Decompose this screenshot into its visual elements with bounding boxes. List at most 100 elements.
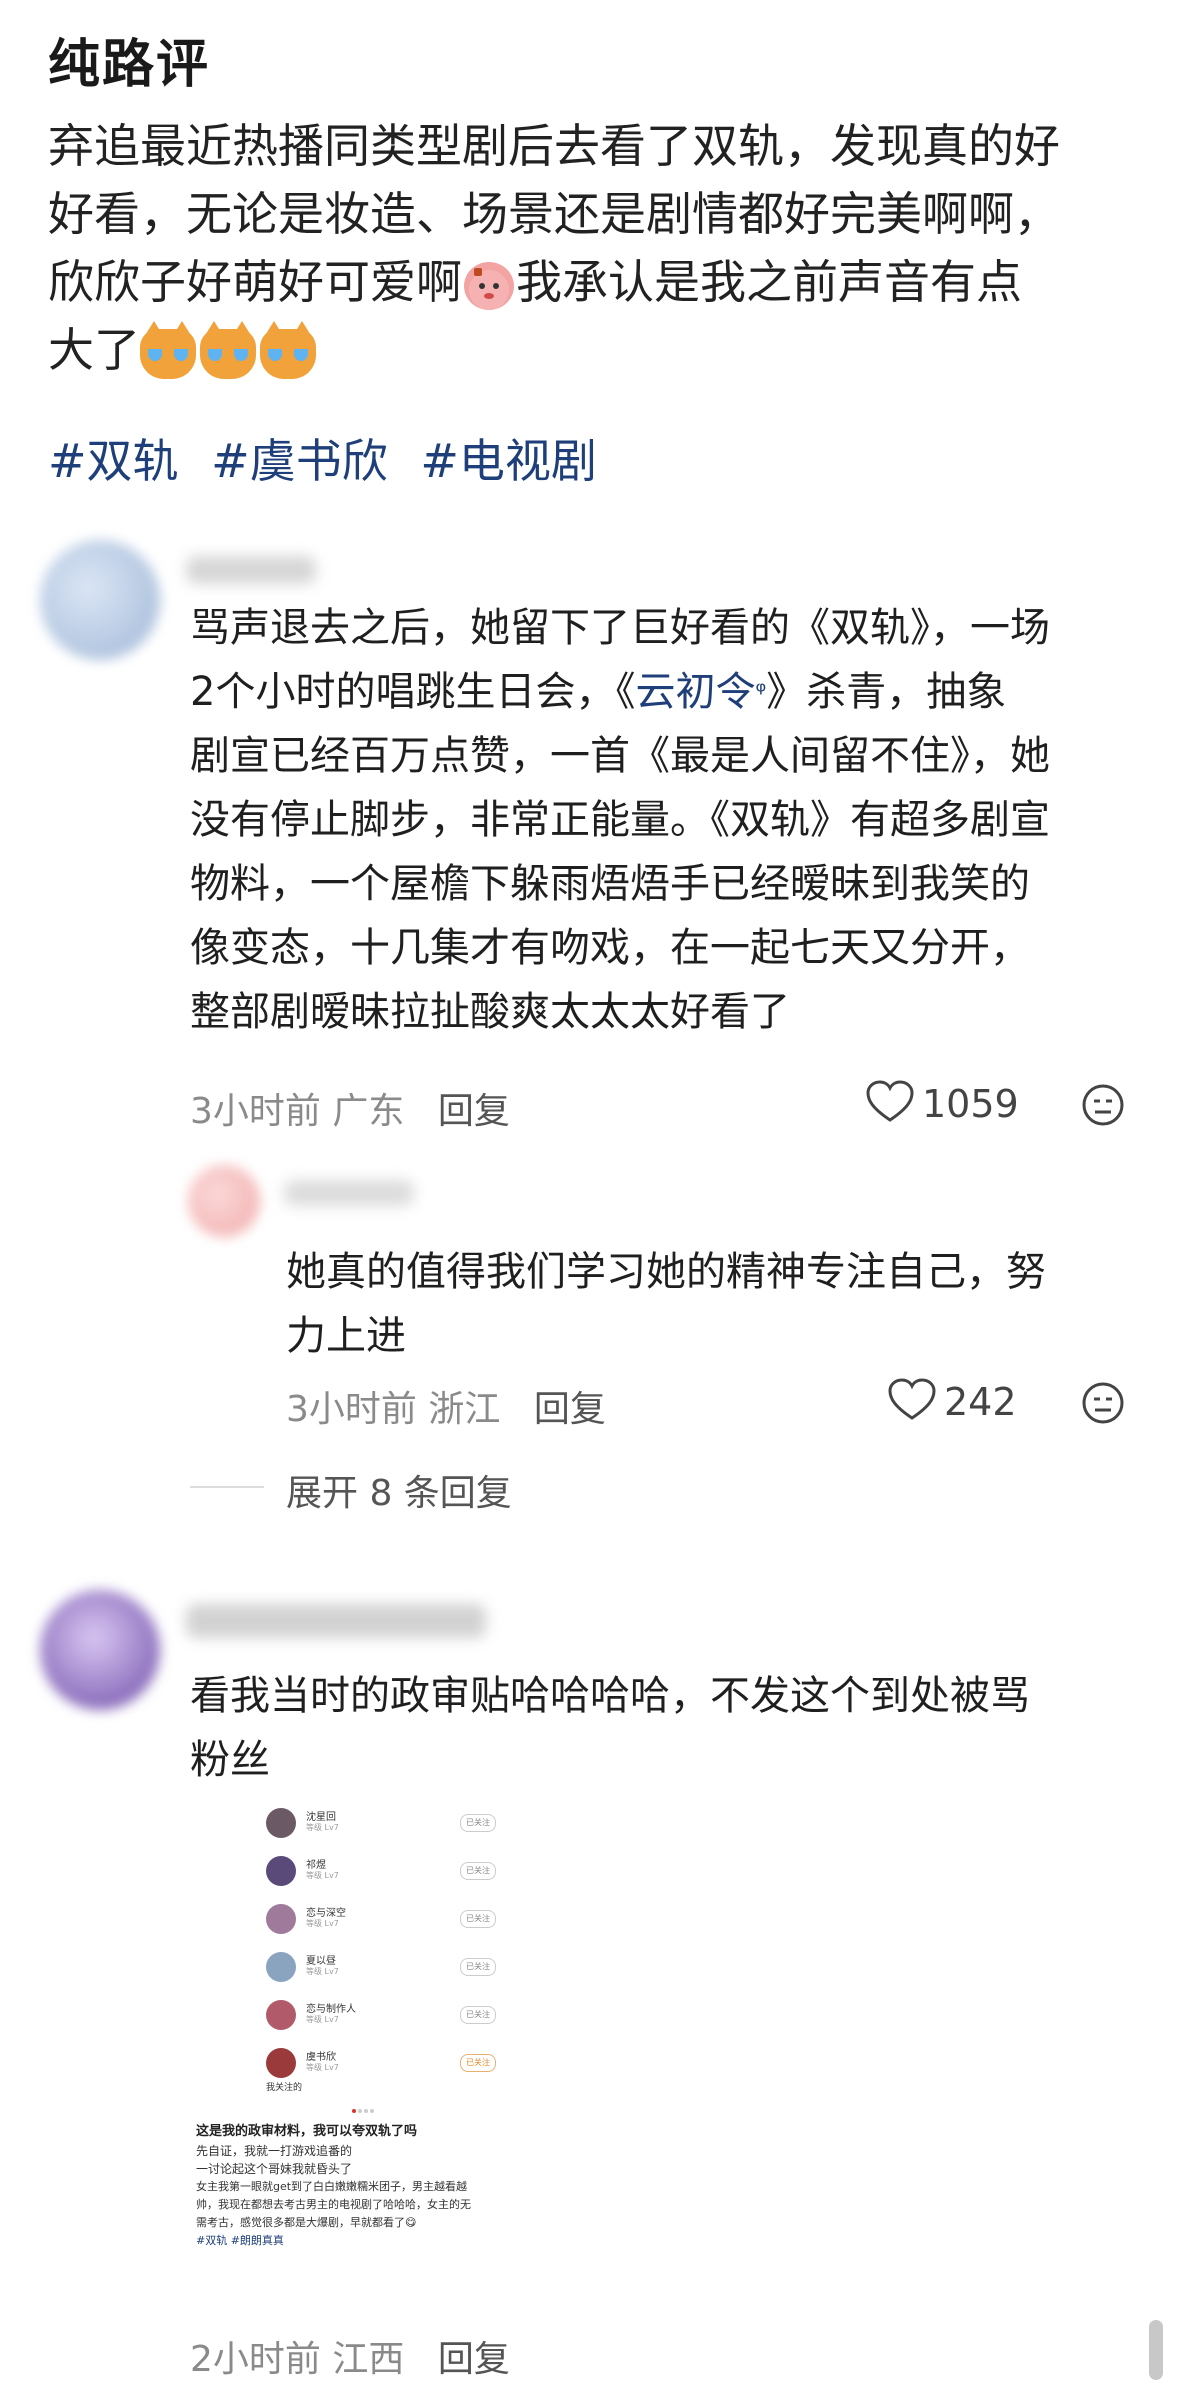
hashtag-link[interactable]: #虞书欣 <box>211 434 388 488</box>
divider <box>190 1486 264 1488</box>
post-line-text: 大了 <box>48 323 140 377</box>
post-line-text: 欣欣子好萌好可爱啊 <box>48 255 462 309</box>
username-blurred[interactable] <box>186 556 316 584</box>
post-line: 好看，无论是妆造、场景还是剧情都好完美啊啊， <box>48 187 1060 241</box>
carousel-dots <box>351 2098 375 2117</box>
emoji-reaction-icon[interactable] <box>1082 1084 1124 1130</box>
followed-button: 已关注 <box>460 1958 496 1976</box>
comment-line: 整部剧暧昧拉扯酸爽太太太好看了 <box>190 989 790 1035</box>
followed-button: 已关注 <box>460 2006 496 2024</box>
image-text: 需考古，感觉很多都是大爆剧，早就都看了😋 <box>196 2216 417 2229</box>
hashtag-link[interactable]: #电视剧 <box>420 434 597 488</box>
comment-time: 3小时前 <box>190 1091 321 1132</box>
comment-line: 看我当时的政审贴哈哈哈哈，不发这个到处被骂 <box>190 1673 1030 1719</box>
post-body: 弃追最近热播同类型剧后去看了双轨，发现真的好 好看，无论是妆造、场景还是剧情都好… <box>48 112 1138 384</box>
comment-time: 3小时前 <box>286 1389 417 1430</box>
followed-button: 已关注 <box>460 2054 496 2072</box>
post-line: 欣欣子好萌好可爱啊 我承认是我之前声音有点 <box>48 248 1138 316</box>
comment-text: 骂声退去之后，她留下了巨好看的《双轨》，一场 2个小时的唱跳生日会，《云初令ᵠ》… <box>190 596 1120 1044</box>
crying-cat-emoji-icon <box>260 320 316 379</box>
account-level: 等级 Lv7 <box>306 1871 339 1880</box>
avatar <box>266 1904 296 1934</box>
avatar <box>266 2000 296 2030</box>
image-text: 女主我第一眼就get到了白白嫩嫩糯米团子，男主越看越 <box>196 2180 468 2193</box>
reply-meta: 3小时前 浙江 回复 <box>286 1380 606 1432</box>
comment-line: 2个小时的唱跳生日会，《云初令ᵠ》杀青，抽象 <box>190 660 1120 724</box>
comment-line: 骂声退去之后，她留下了巨好看的《双轨》，一场 <box>190 605 1050 651</box>
avatar[interactable] <box>40 540 160 660</box>
follow-row: 虞书欣 等级 Lv7 已关注 <box>266 2044 516 2088</box>
like-button[interactable]: 242 <box>888 1378 1017 1431</box>
follow-row: 夏以昼 等级 Lv7 已关注 <box>266 1948 516 1992</box>
account-name: 祁煜 <box>306 1860 326 1871</box>
crying-cat-emoji-icon <box>140 320 196 379</box>
username-blurred[interactable] <box>186 1604 486 1638</box>
avatar <box>266 1808 296 1838</box>
reply-text: 她真的值得我们学习她的精神专注自己，努 力上进 <box>286 1240 1106 1368</box>
post-line-text: 我承认是我之前声音有点 <box>516 255 1022 309</box>
reply-button[interactable]: 回复 <box>438 2339 510 2380</box>
account-name: 夏以昼 <box>306 1956 336 1967</box>
comment-location: 江西 <box>332 2339 405 2380</box>
comment-line: 没有停止脚步，非常正能量。《双轨》有超多剧宣 <box>190 797 1050 843</box>
image-text: 一讨论起这个哥妹我就昏头了 <box>196 2162 353 2176</box>
crying-cat-emoji-icon <box>200 320 256 379</box>
expand-replies-button[interactable]: 展开 8 条回复 <box>286 1464 512 1516</box>
drama-link[interactable]: 云初令 <box>635 669 755 715</box>
account-level: 等级 Lv7 <box>306 1919 339 1928</box>
reply-button[interactable]: 回复 <box>438 1091 510 1132</box>
avatar <box>266 1856 296 1886</box>
post-line: 弃追最近热播同类型剧后去看了双轨，发现真的好 <box>48 119 1060 173</box>
comment-line-text: 》杀青，抽象 <box>766 669 1007 715</box>
heart-icon <box>888 1378 936 1431</box>
account-level: 等级 Lv7 <box>306 2015 339 2024</box>
followed-button: 已关注 <box>460 1910 496 1928</box>
like-count: 1059 <box>922 1082 1019 1126</box>
post-tags: #双轨 #虞书欣 #电视剧 <box>48 425 615 491</box>
search-icon[interactable]: ᵠ <box>755 677 766 707</box>
emoji-reaction-icon[interactable] <box>1082 1382 1124 1428</box>
follow-row: 恋与制作人 等级 Lv7 已关注 <box>266 1996 516 2040</box>
avatar <box>266 1952 296 1982</box>
follow-row: 恋与深空 等级 Lv7 已关注 <box>266 1900 516 1944</box>
comment-meta: 3小时前 广东 回复 <box>190 1082 510 1134</box>
reply-line: 力上进 <box>286 1313 406 1359</box>
account-level: 等级 Lv7 <box>306 2063 339 2072</box>
follow-section-label: 我关注的 <box>266 2083 303 2093</box>
image-text: 帅，我现在都想去考古男主的电视剧了哈哈哈，女主的无 <box>196 2198 471 2211</box>
comment-time: 2小时前 <box>190 2339 321 2380</box>
image-text: 先自证，我就一打游戏追番的 <box>196 2144 353 2158</box>
comment-location: 浙江 <box>428 1389 501 1430</box>
account-name: 恋与制作人 <box>306 2004 356 2015</box>
comment-line: 像变态，十几集才有吻戏，在一起七天又分开， <box>190 925 1030 971</box>
reply-button[interactable]: 回复 <box>534 1389 606 1430</box>
username-blurred[interactable] <box>284 1180 414 1206</box>
account-name: 沈星回 <box>306 1812 336 1823</box>
account-name: 虞书欣 <box>306 2052 336 2063</box>
comment-line: 剧宣已经百万点赞，一首《最是人间留不住》，她 <box>190 733 1050 779</box>
cute-face-emoji-icon <box>464 261 514 310</box>
follow-row: 沈星回 等级 Lv7 已关注 <box>266 1804 516 1848</box>
image-hashtags: #双轨 #朗朗真真 <box>196 2234 284 2247</box>
avatar[interactable] <box>40 1590 160 1710</box>
account-name: 恋与深空 <box>306 1908 346 1919</box>
comment-image[interactable]: 沈星回 等级 Lv7 已关注 祁煜 等级 Lv7 已关注 恋与深空 等级 Lv7 已关注 夏… <box>196 1780 536 2260</box>
follow-row: 祁煜 等级 Lv7 已关注 <box>266 1852 516 1896</box>
account-level: 等级 Lv7 <box>306 1823 339 1832</box>
like-count: 242 <box>944 1380 1017 1424</box>
avatar[interactable] <box>188 1165 260 1237</box>
account-level: 等级 Lv7 <box>306 1967 339 1976</box>
comment-meta: 2小时前 江西 回复 <box>190 2330 510 2382</box>
followed-button: 已关注 <box>460 1814 496 1832</box>
hashtag-link[interactable]: #双轨 <box>48 434 179 488</box>
followed-button: 已关注 <box>460 1862 496 1880</box>
like-button[interactable]: 1059 <box>866 1080 1019 1133</box>
comment-location: 广东 <box>332 1091 405 1132</box>
image-caption: 这是我的政审材料，我可以夸双轨了吗 <box>196 2124 418 2139</box>
reply-line: 她真的值得我们学习她的精神专注自己，努 <box>286 1249 1046 1295</box>
comment-line-text: 2个小时的唱跳生日会，《 <box>190 669 636 715</box>
scrollbar[interactable] <box>1149 2320 1163 2380</box>
avatar <box>266 2048 296 2078</box>
comment-text: 看我当时的政审贴哈哈哈哈，不发这个到处被骂 粉丝 <box>190 1664 1120 1792</box>
post-title: 纯路评 <box>48 35 211 95</box>
